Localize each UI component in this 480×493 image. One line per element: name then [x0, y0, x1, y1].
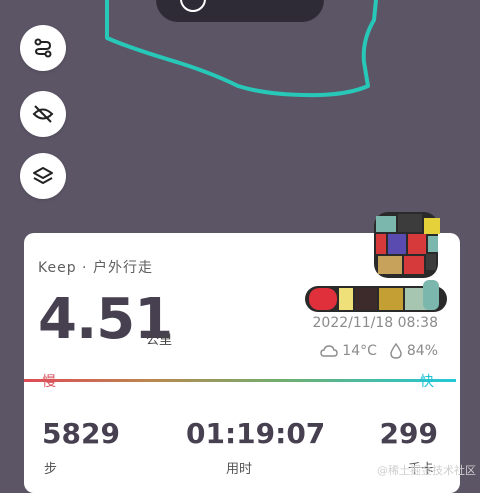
- layers-icon: [33, 167, 53, 184]
- cloud-icon: [320, 345, 338, 357]
- layers-button[interactable]: [20, 153, 66, 199]
- brand-label: Keep · 户外行走: [38, 260, 153, 276]
- signature-image: [305, 280, 447, 312]
- steps-label: 步: [44, 462, 58, 477]
- humidity-value: 84%: [406, 343, 438, 359]
- workout-datetime: 2022/11/18 08:38: [312, 315, 439, 331]
- steps-value: 5829: [42, 417, 120, 450]
- hide-icon: [32, 105, 54, 123]
- speed-gradient-bar: [24, 379, 456, 382]
- duration-label: 用时: [226, 462, 253, 477]
- speed-slow-label: 慢: [42, 374, 56, 390]
- temperature-value: 14°C: [342, 343, 377, 359]
- distance-unit: 公里: [146, 333, 173, 348]
- speed-fast-label: 快: [420, 374, 434, 390]
- route-icon: [34, 38, 52, 58]
- hide-button[interactable]: [20, 91, 66, 137]
- weather-row: 14°C 84%: [320, 341, 438, 361]
- duration-value: 01:19:07: [186, 417, 326, 450]
- humidity-icon: [390, 343, 402, 359]
- avatar-image: [374, 212, 440, 278]
- route-toggle-button[interactable]: [20, 25, 66, 71]
- calories-value: 299: [379, 417, 438, 450]
- watermark: @稀土掘金技术社区: [377, 464, 476, 477]
